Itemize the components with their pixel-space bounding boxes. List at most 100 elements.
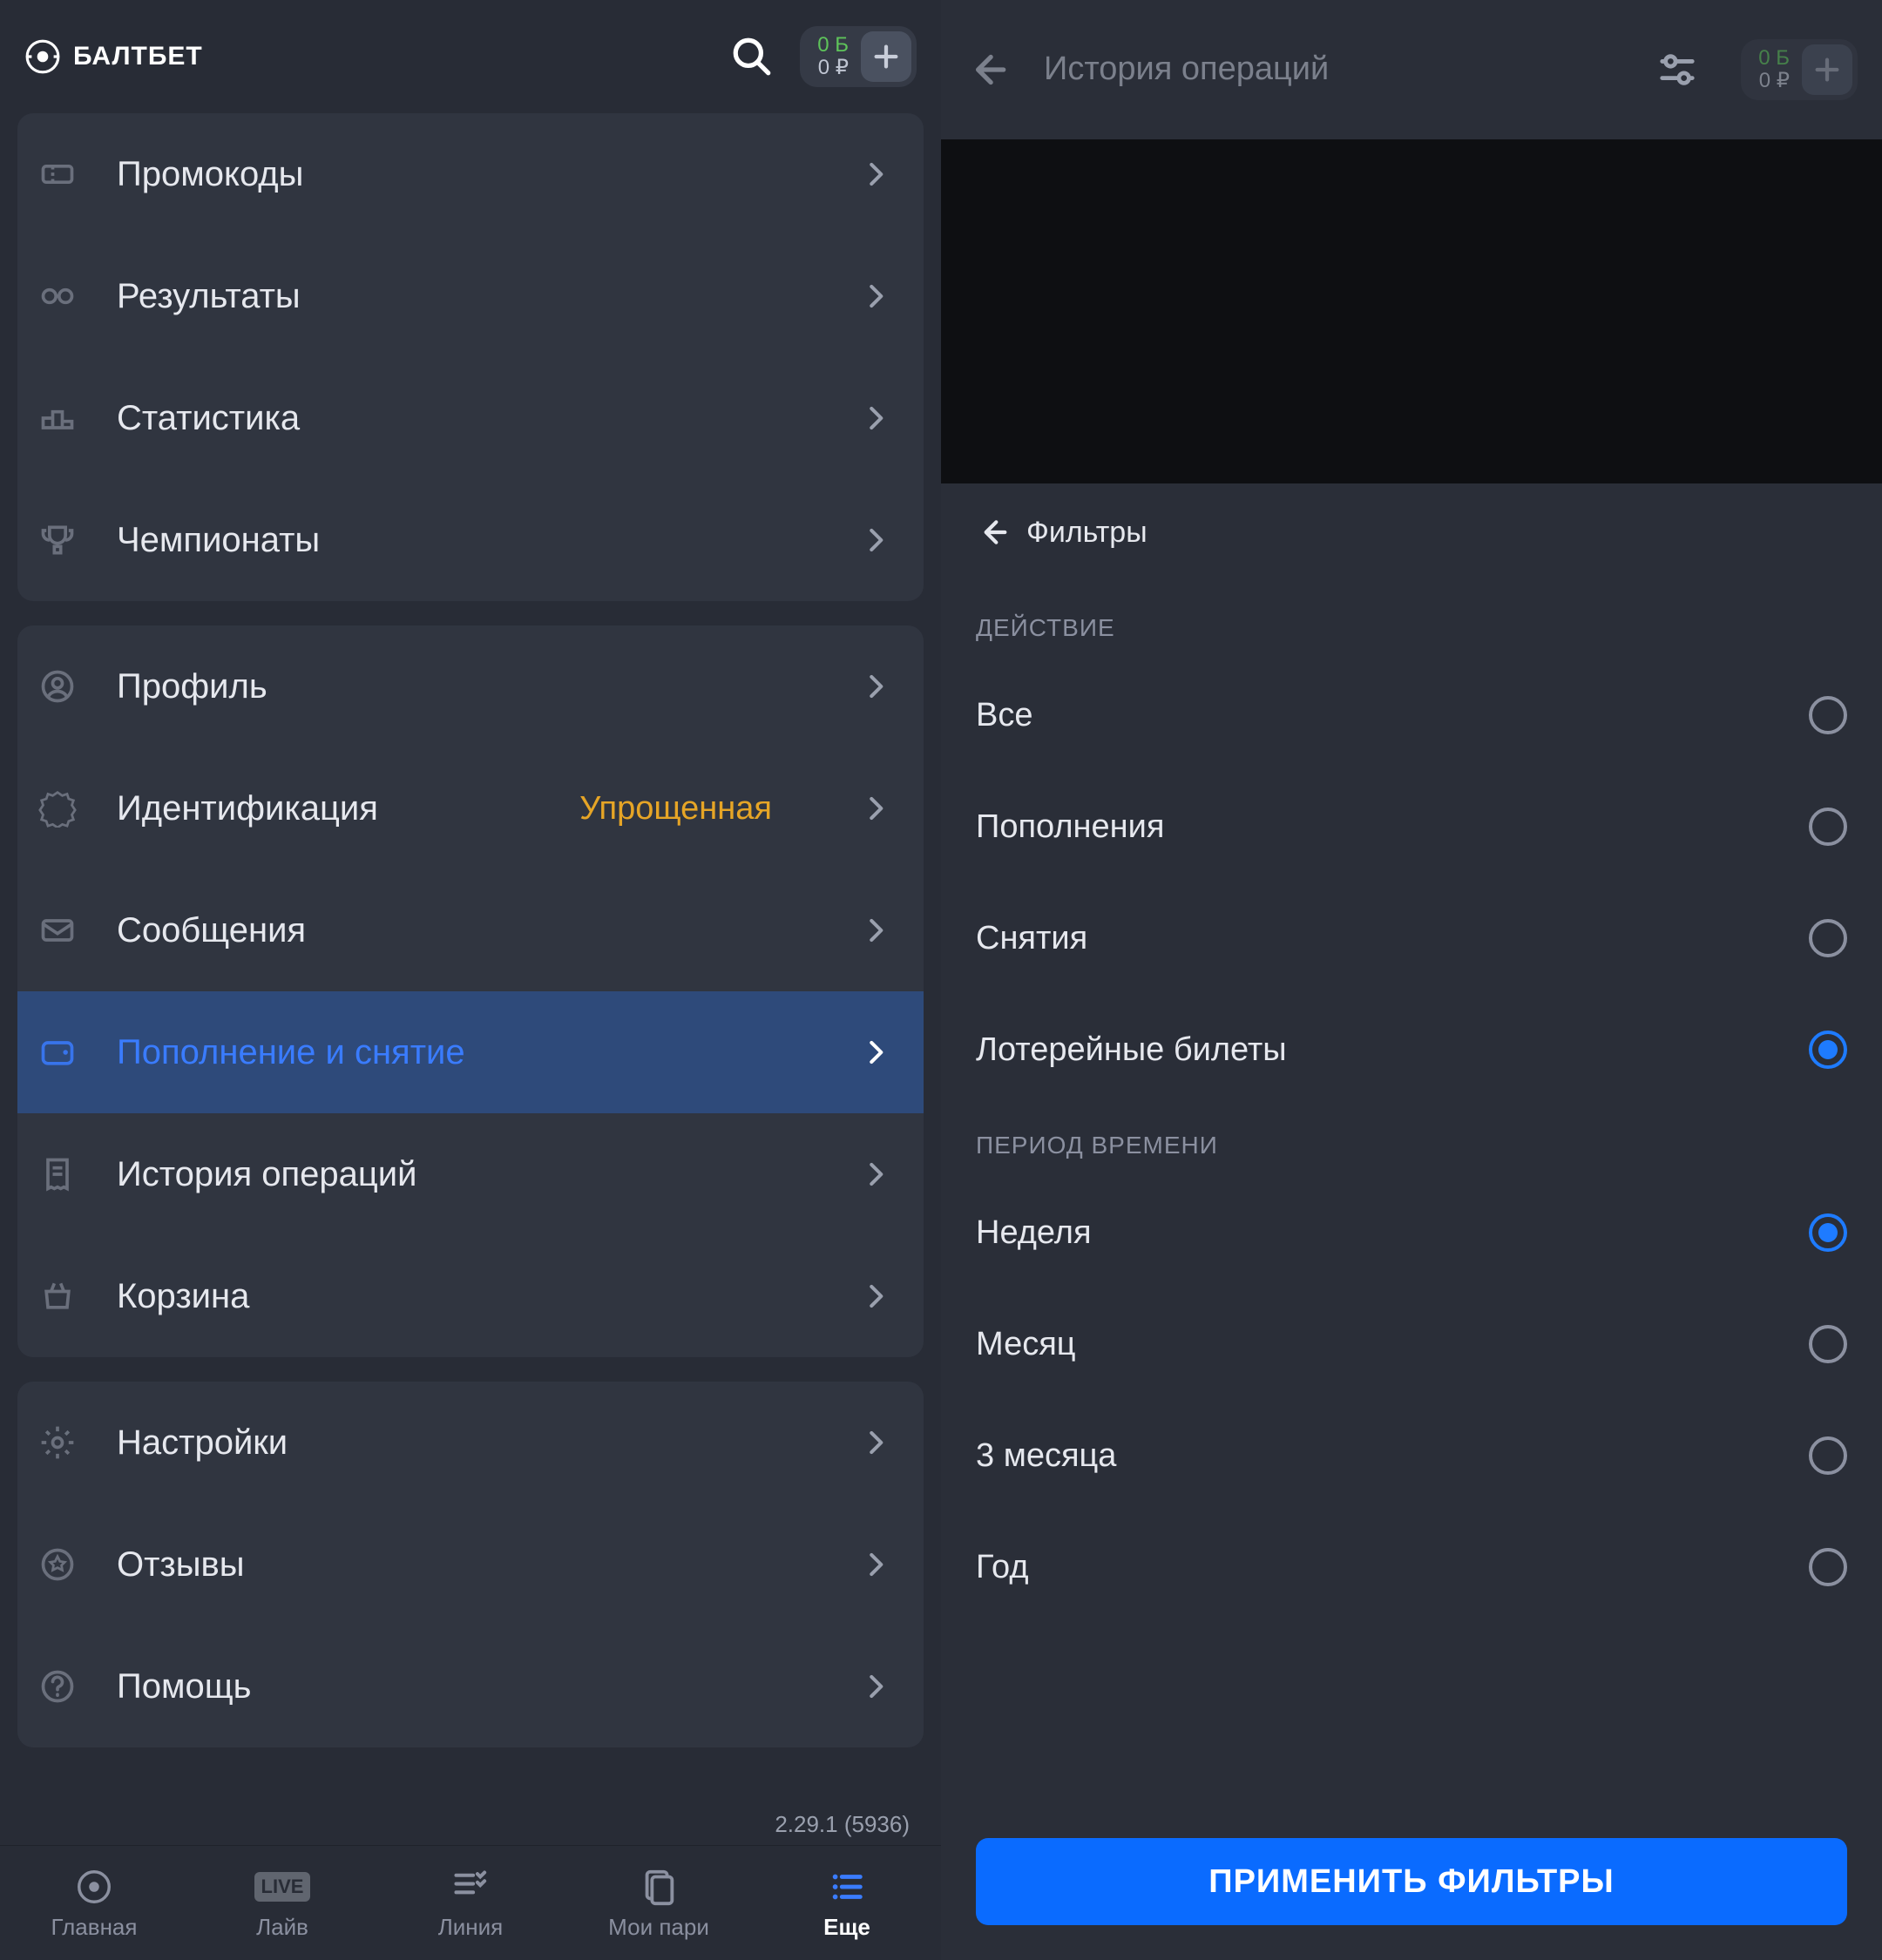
apply-filters-button[interactable]: ПРИМЕНИТЬ ФИЛЬТРЫ: [976, 1838, 1847, 1925]
tab-label: Лайв: [256, 1914, 308, 1941]
option-all[interactable]: Все: [976, 659, 1847, 771]
section-action-label: ДЕЙСТВИЕ: [976, 614, 1847, 642]
tab-more[interactable]: Еще: [753, 1846, 941, 1960]
option-wd[interactable]: Снятия: [976, 882, 1847, 994]
gear-icon: [33, 1418, 82, 1467]
tab-live[interactable]: LIVE Лайв: [188, 1846, 376, 1960]
brand[interactable]: БАЛТБЕТ: [24, 38, 203, 75]
right-pane: История операций 0 Б 0 ₽ Фильтры ДЕЙСТВИ…: [941, 0, 1882, 1960]
action-options: Все Пополнения СнятияЛотерейные билеты: [976, 659, 1847, 1105]
menu-item-label: История операций: [117, 1155, 824, 1194]
search-button[interactable]: [730, 35, 774, 78]
filters-panel: Фильтры ДЕЙСТВИЕ Все Пополнения СнятияЛоте…: [941, 483, 1882, 1814]
menu-item-cart[interactable]: Корзина: [17, 1235, 924, 1357]
menu-item-history[interactable]: История операций: [17, 1113, 924, 1235]
radio-icon: [1809, 1213, 1847, 1252]
tab-line[interactable]: Линия: [376, 1846, 565, 1960]
page-title: История операций: [1044, 51, 1631, 89]
left-header: БАЛТБЕТ 0 Б 0 ₽: [0, 0, 941, 113]
tab-bets[interactable]: Мои пари: [565, 1846, 753, 1960]
period-options: Неделя Месяц3 месяца Год: [976, 1177, 1847, 1623]
menu-item-label: Помощь: [117, 1667, 824, 1707]
option-label: Год: [976, 1549, 1029, 1586]
menu-item-label: Корзина: [117, 1277, 824, 1316]
filter-toggle-button[interactable]: [1657, 50, 1697, 90]
podium-icon: [33, 394, 82, 443]
menu-item-label: Настройки: [117, 1423, 824, 1463]
apply-wrap: ПРИМЕНИТЬ ФИЛЬТРЫ: [941, 1814, 1882, 1960]
tab-home[interactable]: Главная: [0, 1846, 188, 1960]
glasses-icon: [33, 272, 82, 321]
menu-item-promo[interactable]: Промокоды: [17, 113, 924, 235]
deposit-button[interactable]: [1802, 44, 1852, 95]
search-icon: [730, 35, 774, 78]
menu-list-icon: [827, 1865, 867, 1909]
option-month[interactable]: Месяц: [976, 1288, 1847, 1400]
option-label: Пополнения: [976, 808, 1164, 846]
radio-icon: [1809, 696, 1847, 734]
radio-icon: [1809, 919, 1847, 957]
option-label: Неделя: [976, 1214, 1092, 1252]
menu-item-label: Промокоды: [117, 155, 824, 194]
menu-groups: Промокоды Результаты Статистика Чемпионаты П…: [0, 113, 941, 1845]
arrow-left-icon: [976, 515, 1011, 550]
option-dep[interactable]: Пополнения: [976, 771, 1847, 882]
menu-item-label: Статистика: [117, 399, 824, 438]
menu-item-label: Сообщения: [117, 911, 824, 950]
logo-icon: [74, 1865, 114, 1909]
option-3month[interactable]: 3 месяца: [976, 1400, 1847, 1511]
menu-item-champ[interactable]: Чемпионаты: [17, 479, 924, 601]
filters-title: Фильтры: [1026, 516, 1147, 550]
brand-text: БАЛТБЕТ: [73, 42, 203, 71]
badge-icon: [33, 784, 82, 833]
tab-label: Линия: [438, 1914, 504, 1941]
user-icon: [33, 662, 82, 711]
ticket-icon: [33, 150, 82, 199]
live-icon: LIVE: [254, 1865, 311, 1909]
menu-item-settings[interactable]: Настройки: [17, 1382, 924, 1504]
menu-group: Настройки Отзывы Помощь: [17, 1382, 924, 1747]
option-year[interactable]: Год: [976, 1511, 1847, 1623]
option-week[interactable]: Неделя: [976, 1177, 1847, 1288]
list-check-icon: [450, 1865, 491, 1909]
basket-icon: [33, 1272, 82, 1321]
menu-item-msgs[interactable]: Сообщения: [17, 869, 924, 991]
menu-item-label: Идентификация: [117, 789, 597, 828]
star-icon: [33, 1540, 82, 1589]
menu-item-wallet[interactable]: Пополнение и снятие: [17, 991, 924, 1113]
menu-item-label: Чемпионаты: [117, 521, 824, 560]
receipt-icon: [33, 1150, 82, 1199]
filters-header[interactable]: Фильтры: [976, 515, 1847, 550]
option-label: Все: [976, 697, 1032, 734]
back-button[interactable]: [965, 48, 1018, 91]
menu-item-help[interactable]: Помощь: [17, 1625, 924, 1747]
menu-item-label: Отзывы: [117, 1545, 824, 1585]
balance-box[interactable]: 0 Б 0 ₽: [800, 26, 917, 87]
deposit-button[interactable]: [861, 31, 911, 82]
balance-bonus: 0 Б: [817, 34, 849, 57]
menu-item-reviews[interactable]: Отзывы: [17, 1504, 924, 1625]
balance-main: 0 ₽: [1758, 70, 1790, 92]
menu-item-label: Пополнение и снятие: [117, 1033, 824, 1072]
sliders-icon: [1657, 50, 1697, 90]
balance-values: 0 Б 0 ₽: [817, 34, 849, 80]
balance-box-right[interactable]: 0 Б 0 ₽: [1741, 39, 1858, 100]
trophy-icon: [33, 516, 82, 564]
tab-label: Мои пари: [608, 1914, 709, 1941]
menu-item-label: Профиль: [117, 667, 824, 706]
option-lotto[interactable]: Лотерейные билеты: [976, 994, 1847, 1105]
menu-item-profile[interactable]: Профиль: [17, 625, 924, 747]
version-label: 2.29.1 (5936): [775, 1811, 910, 1838]
menu-item-results[interactable]: Результаты: [17, 235, 924, 357]
mail-icon: [33, 906, 82, 955]
radio-icon: [1809, 1436, 1847, 1475]
wallet-icon: [33, 1028, 82, 1077]
radio-icon: [1809, 1325, 1847, 1363]
menu-item-badge: Упрощенная: [579, 790, 772, 828]
balance-bonus: 0 Б: [1758, 47, 1790, 70]
menu-item-ident[interactable]: ИдентификацияУпрощенная: [17, 747, 924, 869]
brand-icon: [24, 38, 61, 75]
radio-icon: [1809, 1548, 1847, 1586]
menu-item-stats[interactable]: Статистика: [17, 357, 924, 479]
arrow-left-icon: [965, 48, 1009, 91]
